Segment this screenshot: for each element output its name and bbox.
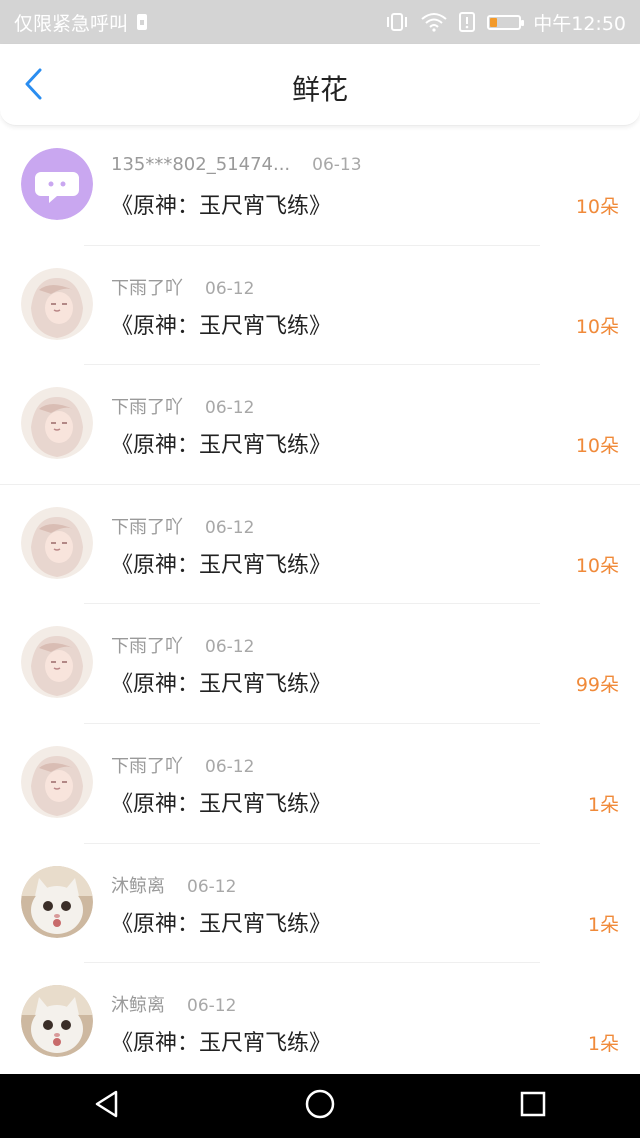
system-nav-bar — [0, 1074, 640, 1138]
clock: 中午12:50 — [533, 12, 626, 35]
user-name: 下雨了吖 — [111, 755, 183, 777]
flower-count: 1朵 — [587, 1033, 619, 1056]
user-name: 135***802_51474... — [111, 154, 291, 175]
date: 06-12 — [187, 996, 237, 1017]
list-item[interactable]: 下雨了吖 06-12 《原神：玉尺宵飞练》 1朵 — [0, 724, 640, 844]
cat-avatar — [21, 865, 93, 938]
carrier-text: 仅限紧急呼叫 — [14, 12, 129, 35]
anime-girl-avatar — [21, 267, 93, 340]
nav-home-button[interactable] — [290, 1076, 350, 1136]
work-title: 《原神：玉尺宵飞练》 — [111, 433, 332, 459]
anime-girl-avatar — [21, 745, 93, 818]
user-name: 沐鲸离 — [111, 995, 165, 1017]
nav-recents-button[interactable] — [503, 1076, 563, 1136]
anime-girl-avatar — [21, 506, 93, 579]
date: 06-12 — [205, 756, 255, 777]
flower-count: 99朵 — [575, 674, 619, 697]
date: 06-12 — [205, 398, 255, 419]
chat-bubble-avatar — [21, 148, 93, 220]
home-circle-icon — [304, 1088, 336, 1124]
work-title: 《原神：玉尺宵飞练》 — [111, 791, 332, 817]
work-title: 《原神：玉尺宵飞练》 — [111, 552, 332, 578]
list-item[interactable]: 沐鲸离 06-12 《原神：玉尺宵飞练》 1朵 — [0, 963, 640, 1083]
list-item[interactable]: 沐鲸离 06-12 《原神：玉尺宵飞练》 1朵 — [0, 844, 640, 964]
status-bar-left: 仅限紧急呼叫 — [14, 9, 148, 36]
date: 06-12 — [205, 517, 255, 538]
flower-count: 10朵 — [575, 196, 619, 218]
back-triangle-icon — [92, 1089, 122, 1123]
anime-girl-avatar — [21, 387, 93, 460]
work-title: 《原神：玉尺宵飞练》 — [111, 672, 332, 698]
cat-avatar — [21, 985, 93, 1058]
user-name: 下雨了吖 — [111, 516, 183, 538]
list-item[interactable]: 下雨了吖 06-12 《原神：玉尺宵飞练》 10朵 — [0, 485, 640, 605]
user-name: 下雨了吖 — [111, 636, 183, 658]
flower-count: 10朵 — [575, 554, 619, 577]
recents-square-icon — [519, 1090, 547, 1122]
list-item[interactable]: 下雨了吖 06-12 《原神：玉尺宵飞练》 10朵 — [0, 365, 640, 485]
top-header: 鲜花 — [0, 44, 640, 126]
status-bar: 仅限紧急呼叫 中午12:50 — [0, 0, 640, 44]
work-title: 《原神：玉尺宵飞练》 — [111, 194, 332, 219]
nav-back-button[interactable] — [77, 1076, 137, 1136]
user-name: 下雨了吖 — [111, 397, 183, 419]
list-item[interactable]: 下雨了吖 06-12 《原神：玉尺宵飞练》 10朵 — [0, 246, 640, 366]
flower-record-list: 135***802_51474... 06-13 《原神：玉尺宵飞练》 10朵 下… — [0, 126, 640, 1083]
work-title: 《原神：玉尺宵飞练》 — [111, 313, 332, 339]
vibrate-icon — [385, 12, 409, 32]
list-item[interactable]: 135***802_51474... 06-13 《原神：玉尺宵飞练》 10朵 — [0, 126, 640, 246]
status-bar-right: 中午12:50 — [385, 9, 626, 36]
user-name: 沐鲸离 — [111, 875, 165, 897]
battery-icon — [487, 14, 525, 30]
page-title: 鲜花 — [291, 73, 348, 106]
user-name: 下雨了吖 — [111, 277, 183, 299]
flower-count: 1朵 — [587, 793, 619, 816]
list-item[interactable]: 下雨了吖 06-12 《原神：玉尺宵飞练》 99朵 — [0, 604, 640, 724]
date: 06-13 — [312, 155, 362, 175]
alert-icon — [459, 12, 476, 32]
wifi-icon — [421, 12, 447, 32]
date: 06-12 — [187, 876, 237, 897]
anime-girl-avatar — [21, 626, 93, 699]
flower-count: 10朵 — [575, 315, 619, 338]
date: 06-12 — [205, 278, 255, 299]
sim-lock-icon — [136, 13, 148, 31]
work-title: 《原神：玉尺宵飞练》 — [111, 911, 332, 937]
work-title: 《原神：玉尺宵飞练》 — [111, 1031, 332, 1057]
date: 06-12 — [205, 637, 255, 658]
flower-count: 10朵 — [575, 435, 619, 458]
flower-count: 1朵 — [587, 913, 619, 936]
